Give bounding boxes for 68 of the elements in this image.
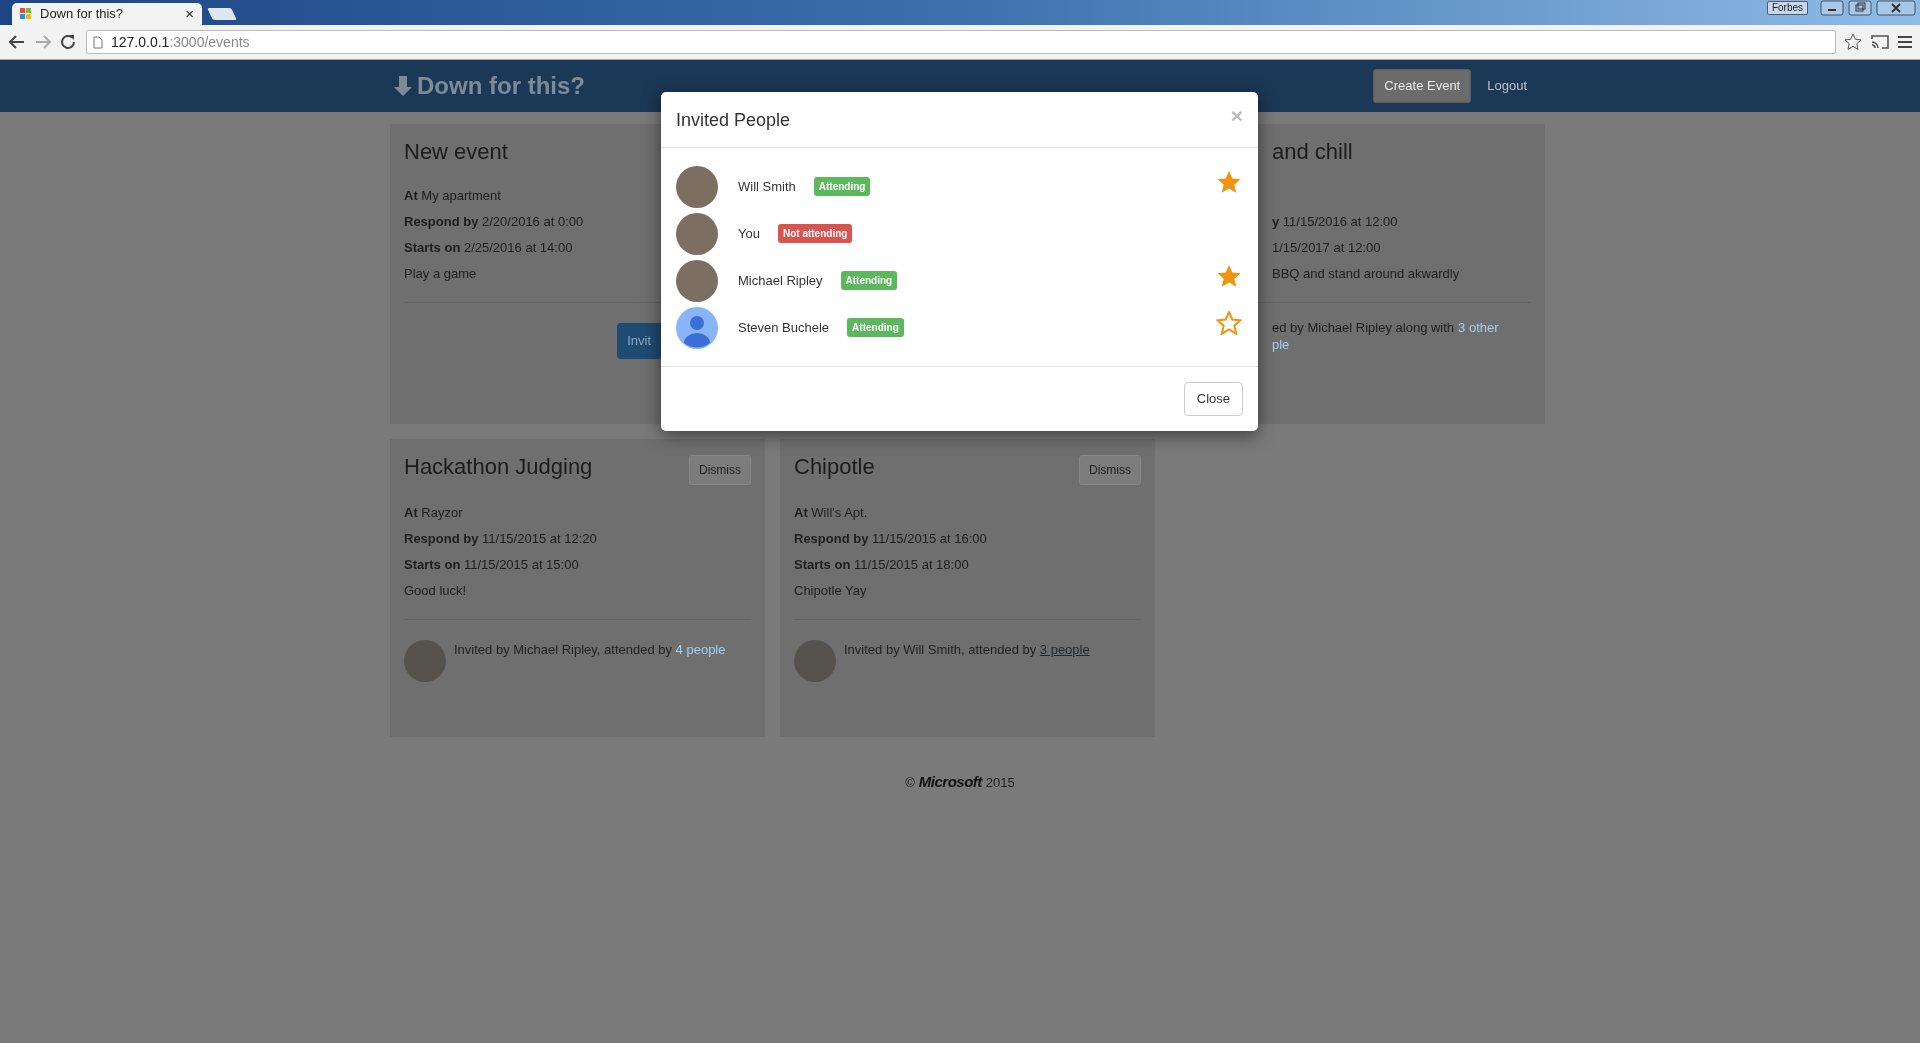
status-badge: Attending [847,318,904,337]
event-detail: y 11/15/2016 at 12:00 [1272,213,1398,231]
create-event-button[interactable]: Create Event [1373,69,1472,103]
company-logo: Microsoft [918,772,982,792]
event-detail: At Rayzor [404,504,463,522]
people-link[interactable]: 3 people [1039,642,1090,657]
status-badge: Attending [840,271,898,290]
invite-button[interactable]: Invit [617,323,661,359]
tab-close-button[interactable]: × [185,2,194,26]
dismiss-button[interactable]: Dismiss [689,455,751,485]
photo-placeholder [794,640,836,682]
event-description: Play a game [404,265,477,283]
copyright-symbol: © [905,773,915,792]
star-outline-icon[interactable] [1216,310,1242,335]
person-name: Steven Buchele [738,318,830,337]
event-description: Chipotle Yay [794,582,867,600]
dismiss-button[interactable]: Dismiss [1079,455,1141,485]
logout-link[interactable]: Logout [1487,76,1527,96]
menu-icon[interactable] [1898,35,1912,49]
event-title: New event [404,138,508,166]
browser-tab[interactable]: Down for this? × [12,3,202,25]
event-title: and chill [1272,138,1353,166]
brand-link[interactable]: Down for this? [417,68,585,104]
star-icon[interactable] [1216,169,1242,194]
person-name: Will Smith [738,177,796,196]
event-detail: At My apartment [404,187,501,205]
event-detail: Respond by 11/15/2015 at 16:00 [794,530,987,548]
down-arrow-icon [393,75,413,97]
invite-text: Invited by Michael Ripley, attended by 4 people [454,642,726,658]
person-name: You [738,224,760,243]
event-detail: BBQ and stand around akwardly [1272,265,1460,283]
status-badge: Not attending [777,224,853,243]
event-detail: Starts on 2/25/2016 at 14:00 [404,239,573,257]
people-link[interactable]: 3 other [1458,317,1499,338]
new-tab-button[interactable] [207,8,237,20]
star-icon[interactable] [1844,33,1862,51]
reload-icon[interactable] [60,34,78,50]
people-link[interactable]: ple [1272,337,1290,352]
event-title: Hackathon Judging [404,453,593,481]
cast-icon[interactable] [1870,34,1890,50]
event-detail: Starts on 11/15/2015 at 18:00 [794,556,969,574]
page-icon [93,35,103,49]
tab-title: Down for this? [40,5,125,24]
invite-text: ed by Michael Ripley along with [1272,319,1455,337]
four-squares-icon [20,8,32,20]
close-icon[interactable] [1876,0,1916,16]
back-arrow-icon[interactable] [8,34,26,50]
url-text: 127.0.0.1:3000/events [111,32,250,52]
profile-label[interactable]: Forbes [1766,1,1808,15]
photo-placeholder [404,640,446,682]
copyright-year: 2015 [985,773,1015,792]
address-bar[interactable]: 127.0.0.1:3000/events [86,30,1836,54]
event-detail: Respond by 2/20/2016 at 0:00 [404,213,584,231]
event-detail: Respond by 11/15/2015 at 12:20 [404,530,597,548]
event-description: Good luck! [404,582,467,600]
event-detail: At Will's Apt. [794,504,868,522]
restore-icon[interactable] [1848,0,1872,16]
star-icon[interactable] [1216,263,1242,288]
event-detail: 1/15/2017 at 12:00 [1272,239,1381,257]
minimize-icon[interactable] [1820,0,1844,16]
event-detail: Starts on 11/15/2015 at 15:00 [404,556,579,574]
invite-text: Invited by Will Smith, attended by 3 people [844,642,1090,658]
person-name: Michael Ripley [738,271,823,290]
dialog-title: Invited People [676,109,791,132]
people-link[interactable]: 4 people [675,642,726,657]
status-badge: Attending [813,177,871,196]
event-title: Chipotle [794,453,875,481]
close-button[interactable]: Close [1183,382,1243,416]
